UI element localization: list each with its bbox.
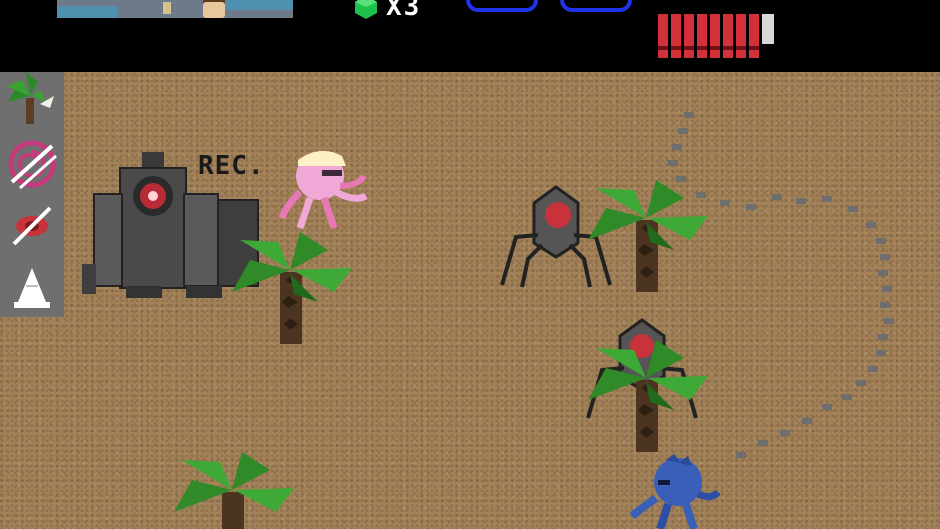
gem-counter: X3 [352,0,421,20]
minimap[interactable] [57,0,293,18]
green-gem-icon [355,0,377,19]
health-bar [658,14,774,58]
footprint [684,112,694,118]
footprint [866,222,876,228]
cone-icon[interactable] [6,262,58,314]
footprint [736,452,746,458]
footprint [672,144,682,150]
health-segment [710,14,720,58]
blue-octopus[interactable] [628,454,720,529]
palm-tree [588,180,708,292]
footprint [884,318,894,324]
footprint [878,270,888,276]
footprint [876,238,886,244]
footprint [848,206,858,212]
tool-sidebar [0,72,64,317]
palm-tree [588,340,708,452]
palm-tree-icon[interactable] [6,72,58,124]
hud-bar: X3 [0,0,940,72]
minimap-face-icon [203,2,225,18]
health-segment [749,14,759,58]
footprint [758,440,768,446]
footprint [882,286,892,292]
health-segment [671,14,681,58]
health-segment-empty [762,14,774,44]
health-segment [684,14,694,58]
footprint [856,380,866,386]
health-segment [736,14,746,58]
footprint [822,404,832,410]
footprint [842,394,852,400]
spiral-icon[interactable] [6,138,58,190]
minimap-land [57,6,117,18]
footprint [802,418,812,424]
health-segment [697,14,707,58]
footprint [796,198,806,204]
footprint [668,160,678,166]
no-camera-icon[interactable] [6,200,58,252]
item-slot-b[interactable] [560,0,632,12]
minimap-land [225,0,293,10]
footprint [868,366,878,372]
footprint [878,334,888,340]
footprint [780,430,790,436]
minimap-flag-icon [163,2,171,14]
footprint [876,350,886,356]
footprint [678,128,688,134]
footprint [822,196,832,202]
health-segment [658,14,668,58]
footprint [746,204,756,210]
item-slot-a[interactable] [466,0,538,12]
footprint [880,302,890,308]
health-segment [723,14,733,58]
pink-octopus-player[interactable] [276,146,370,232]
palm-tree [174,452,294,529]
palm-tree [232,232,352,344]
footprint [880,254,890,260]
footprint [720,200,730,206]
gem-count: X3 [386,0,422,22]
footprint [772,194,782,200]
